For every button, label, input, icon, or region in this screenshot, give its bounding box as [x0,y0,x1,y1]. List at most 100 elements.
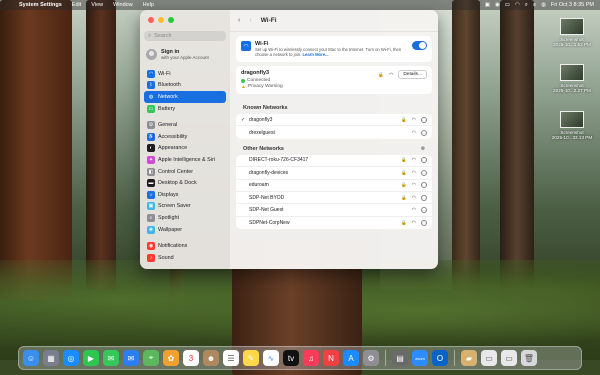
wifi-toggle[interactable] [412,41,427,50]
sidebar-item-wallpaper[interactable]: ❀ Wallpaper [144,224,226,236]
wifi-signal-icon: ◠ [411,169,416,176]
dock-system-settings-icon[interactable]: ⚙ [363,350,379,366]
zoom-window-button[interactable] [168,17,174,23]
sidebar-item-label: Appearance [158,145,188,152]
wifi-status-icon[interactable]: ◠ [515,2,520,8]
menu-window[interactable]: Window [108,2,138,8]
sidebar-item-network[interactable]: ◍ Network [144,91,226,103]
known-networks-list: ✓ dragonfly3 🔒 ◠… drexelguest ◠… [236,114,432,139]
sidebar-item-screen-saver[interactable]: ▣ Screen Saver [144,201,226,213]
dock-maps-icon[interactable]: ⌖ [143,350,159,366]
dock-safari-icon[interactable]: ◎ [63,350,79,366]
network-row[interactable]: SDP-Net Guest ◠… [236,204,432,217]
minimize-window-button[interactable] [158,17,164,23]
network-row[interactable]: ✓ dragonfly3 🔒 ◠… [236,114,432,127]
sidebar-item-desktop-dock[interactable]: ▬ Desktop & Dock [144,177,226,189]
desktop-file[interactable]: Screenshot 2025-10...1.53 PM [548,18,596,47]
dock-messages-icon[interactable]: ✉ [103,350,119,366]
screen-record-icon[interactable]: ◉ [495,2,500,8]
lock-icon: 🔒 [378,71,384,77]
sidebar-item-spotlight[interactable]: ⌕ Spotlight [144,212,226,224]
desktop-file[interactable]: Screenshot 2025-10...33.13 PM [548,111,596,140]
apple-account-signin[interactable]: Sign in with your Apple Account [144,47,226,62]
dock-tv-icon[interactable]: tv [283,350,299,366]
dock-photos-icon[interactable]: ✿ [163,350,179,366]
dock-preview-icon[interactable]: ▤ [392,350,408,366]
sidebar-item-bluetooth[interactable]: ᛒ Bluetooth [144,80,226,92]
dock-notes-icon[interactable]: ✎ [243,350,259,366]
menu-clock[interactable]: Fri Oct 3 8:35 PM [551,2,594,8]
network-row[interactable]: SDPNet-CorpNew 🔒 ◠… [236,217,432,229]
dock-reminders-icon[interactable]: ☰ [223,350,239,366]
wifi-icon: ◠ [241,41,251,51]
menu-view[interactable]: View [86,2,108,8]
close-window-button[interactable] [148,17,154,23]
dock-launchpad-icon[interactable]: ▦ [43,350,59,366]
window-controls [144,15,226,31]
spotlight-icon[interactable]: ⌕ [525,2,528,9]
control-center-icon[interactable]: ≡ [533,2,536,8]
more-options-icon[interactable]: … [421,207,427,214]
more-options-icon[interactable]: … [421,182,427,189]
back-chevron-icon[interactable]: ‹ [238,17,240,24]
dock-zoom-icon[interactable]: zoom [412,350,428,366]
sidebar-search-field[interactable]: ⌕ Search [144,31,226,41]
more-options-icon[interactable]: … [421,157,427,164]
menu-edit[interactable]: Edit [67,2,86,8]
sidebar-item-battery[interactable]: ▭ Battery [144,103,226,115]
more-options-icon[interactable]: … [421,116,427,123]
sidebar-item-apple-intelligence-siri[interactable]: ✦ Apple Intelligence & Siri [144,154,226,166]
battery-icon[interactable]: ▭ [505,2,510,8]
siri-icon[interactable]: ◍ [541,2,546,8]
dock-finder-icon[interactable]: ☺ [23,350,39,366]
dock-app-store-icon[interactable]: A [343,350,359,366]
dock-screenshot-stack-icon[interactable]: ▭ [501,350,517,366]
sidebar-item-appearance[interactable]: ◐ Appearance [144,143,226,155]
sidebar-item-label: Displays [158,191,179,198]
dock-calendar-icon[interactable]: 3 [183,350,199,366]
sidebar-item-displays[interactable]: ☼ Displays [144,189,226,201]
zoom-status-icon[interactable]: ▣ [485,2,490,8]
sidebar-item-notifications[interactable]: ◉ Notifications [144,240,226,252]
dock-freeform-icon[interactable]: ∿ [263,350,279,366]
desktop-file[interactable]: Screenshot 2025-10...2.27 PM [548,64,596,93]
network-row[interactable]: eduroam 🔒 ◠… [236,180,432,192]
network-icon: ◍ [147,92,155,101]
sidebar-item-label: Network [158,93,178,100]
dock-outlook-icon[interactable]: O [432,350,448,366]
sidebar-item-accessibility[interactable]: ♿ Accessibility [144,131,226,143]
battery-icon: ▭ [147,104,155,113]
more-options-icon[interactable]: … [421,129,427,136]
dock-contacts-icon[interactable]: ☻ [203,350,219,366]
sidebar-item-wi-fi[interactable]: ◠ Wi-Fi [144,68,226,80]
details-button[interactable]: Details... [398,70,427,79]
dock-archive-icon[interactable]: ▰ [461,350,477,366]
menu-app-name[interactable]: System Settings [14,2,67,8]
network-row[interactable]: drexelguest ◠… [236,126,432,138]
sidebar-item-control-center[interactable]: ◧ Control Center [144,166,226,178]
more-options-icon[interactable]: … [421,219,427,226]
sidebar-item-label: General [158,122,178,129]
network-row-status: 🔒 ◠… [401,182,427,189]
network-row[interactable]: SDP-Net BYOD 🔒 ◠… [236,192,432,205]
wallpaper-tree [0,0,72,300]
sidebar-item-general[interactable]: ⚙ General [144,119,226,131]
more-options-icon[interactable]: … [421,169,427,176]
more-options-icon[interactable]: … [421,194,427,201]
forward-chevron-icon[interactable]: › [249,17,251,24]
sidebar-item-sound[interactable]: ♪ Sound [144,252,226,264]
dock-facetime-icon[interactable]: ▶ [83,350,99,366]
wifi-card-description: Set up Wi-Fi to wirelessly connect your … [255,47,405,57]
search-icon: ⌕ [148,32,152,39]
menu-help[interactable]: Help [138,2,159,8]
learn-more-link[interactable]: Learn More... [303,52,329,57]
dock-trash-icon[interactable]: 🗑 [521,350,537,366]
dock-downloads-stack-icon[interactable]: ▭ [481,350,497,366]
control-center-icon: ◧ [147,167,155,176]
network-name: SDP-Net BYOD [249,194,285,201]
dock-music-icon[interactable]: ♫ [303,350,319,366]
network-row[interactable]: dragonfly-devices 🔒 ◠… [236,167,432,180]
network-row[interactable]: DIRECT-roku-726-CF3417 🔒 ◠… [236,155,432,168]
dock-news-icon[interactable]: N [323,350,339,366]
dock-mail-icon[interactable]: ✉ [123,350,139,366]
